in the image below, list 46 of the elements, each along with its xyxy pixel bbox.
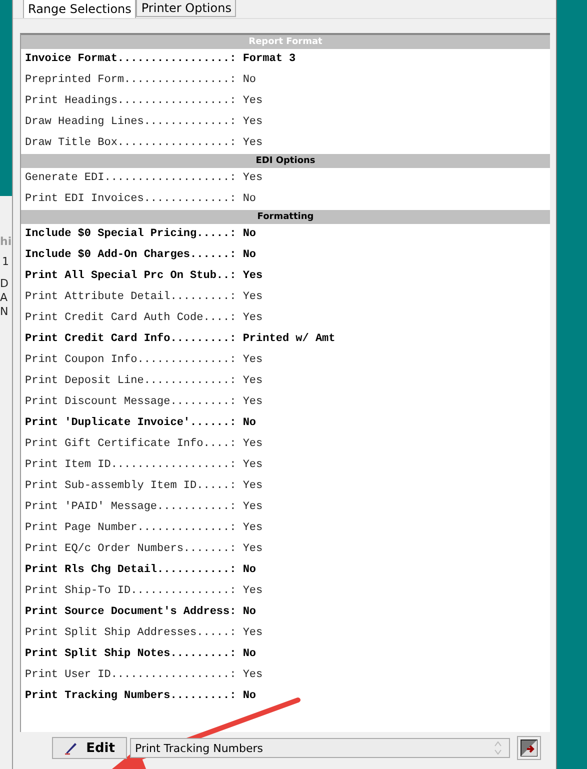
option-row[interactable]: Include $0 Special Pricing.....: No bbox=[21, 224, 550, 245]
section-header: Formatting bbox=[21, 210, 550, 224]
option-row[interactable]: Print Deposit Line.............: Yes bbox=[21, 371, 550, 392]
option-row[interactable]: Invoice Format.................: Format 3 bbox=[21, 49, 550, 70]
option-row[interactable]: Print Credit Card Auth Code....: Yes bbox=[21, 308, 550, 329]
description-text: Print Tracking Numbers bbox=[135, 742, 264, 754]
exit-button[interactable] bbox=[517, 736, 541, 760]
option-row[interactable]: Print EDI Invoices.............: No bbox=[21, 189, 550, 210]
option-row[interactable]: Generate EDI...................: Yes bbox=[21, 168, 550, 189]
option-row[interactable]: Print 'PAID' Message...........: Yes bbox=[21, 497, 550, 518]
background-text: 1 bbox=[2, 256, 10, 268]
option-row[interactable]: Draw Title Box.................: Yes bbox=[21, 133, 550, 154]
option-row[interactable]: Print Gift Certificate Info....: Yes bbox=[21, 434, 550, 455]
option-row[interactable]: Preprinted Form................: No bbox=[21, 70, 550, 91]
section-header: EDI Options bbox=[21, 154, 550, 168]
exit-icon bbox=[520, 739, 538, 757]
option-row[interactable]: Print 'Duplicate Invoice'......: No bbox=[21, 413, 550, 434]
option-row[interactable]: Include $0 Add-On Charges......: No bbox=[21, 245, 550, 266]
option-row[interactable]: Print Split Ship Addresses.....: Yes bbox=[21, 623, 550, 644]
option-row[interactable]: Print EQ/c Order Numbers.......: Yes bbox=[21, 539, 550, 560]
option-row[interactable]: Print Source Document's Address: No bbox=[21, 602, 550, 623]
background-text: A bbox=[0, 292, 9, 304]
edit-button[interactable]: Edit bbox=[52, 737, 127, 759]
option-row[interactable]: Print Item ID..................: Yes bbox=[21, 455, 550, 476]
scroll-arrows-icon bbox=[493, 739, 503, 757]
option-row[interactable]: Draw Heading Lines.............: Yes bbox=[21, 112, 550, 133]
option-row[interactable]: Print Coupon Info..............: Yes bbox=[21, 350, 550, 371]
option-row[interactable]: Print Headings.................: Yes bbox=[21, 91, 550, 112]
tab[interactable]: Printer Options bbox=[136, 0, 236, 17]
option-row[interactable]: Print Credit Card Info.........: Printed w/ Amt bbox=[21, 329, 550, 350]
option-row[interactable]: Print User ID..................: Yes bbox=[21, 665, 550, 686]
option-row[interactable]: Print Attribute Detail.........: Yes bbox=[21, 287, 550, 308]
option-row[interactable]: Print Page Number..............: Yes bbox=[21, 518, 550, 539]
option-row[interactable]: Print Tracking Numbers.........: No bbox=[21, 686, 550, 707]
pen-icon bbox=[64, 741, 78, 755]
option-row[interactable]: Print Sub-assembly Item ID.....: Yes bbox=[21, 476, 550, 497]
option-row[interactable]: Print Ship-To ID...............: Yes bbox=[21, 581, 550, 602]
option-row[interactable]: Print Discount Message.........: Yes bbox=[21, 392, 550, 413]
background-text: N bbox=[0, 306, 10, 318]
option-row[interactable]: Print Split Ship Notes.........: No bbox=[21, 644, 550, 665]
section-header: Report Format bbox=[21, 35, 550, 49]
option-row[interactable]: Print Rls Chg Detail...........: No bbox=[21, 560, 550, 581]
tab[interactable]: Range Selections bbox=[23, 0, 136, 18]
background-text: D bbox=[0, 278, 10, 290]
background-text: hi bbox=[0, 236, 12, 248]
option-row[interactable]: Print All Special Prc On Stub..: Yes bbox=[21, 266, 550, 287]
